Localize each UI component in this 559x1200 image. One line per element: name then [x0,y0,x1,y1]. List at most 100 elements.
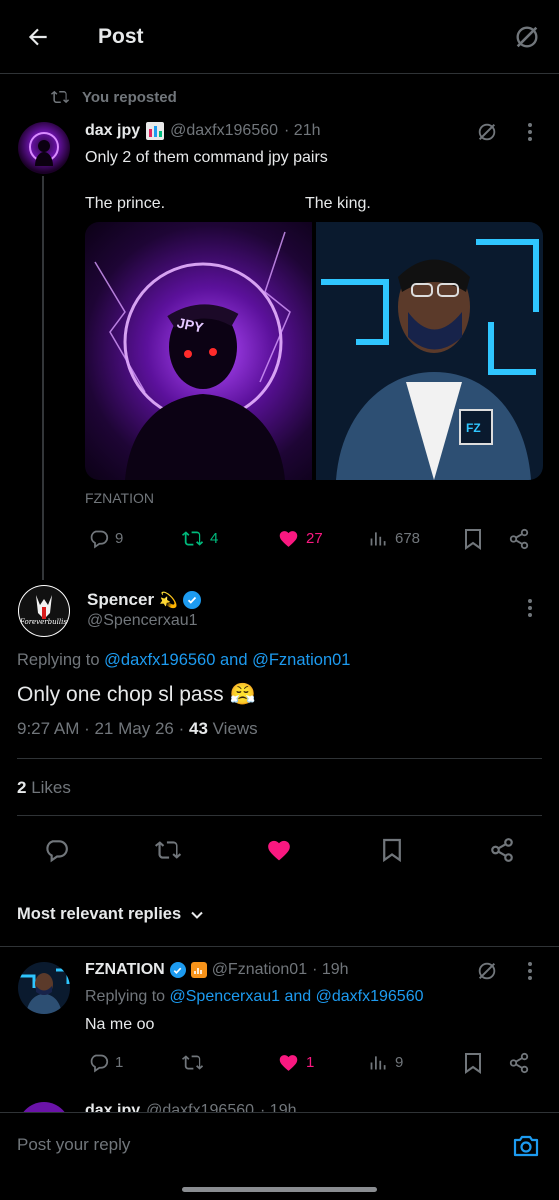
replying-handles[interactable]: @Spencerxau1 and @daxfx196560 [170,988,424,1005]
thread-line [42,176,44,580]
like-action[interactable]: 1 [277,1052,314,1073]
repost-count: 4 [210,530,219,547]
caption-right: The king. [305,195,371,212]
camera-button[interactable] [510,1131,542,1161]
post-time: · 21h [284,122,321,139]
author-name: dax jpy [85,1102,141,1112]
repost-button[interactable] [152,834,184,866]
repost-action[interactable] [181,1052,204,1073]
share-icon [509,528,529,550]
reply-button[interactable] [40,834,72,866]
repost-icon [155,841,182,859]
views-count: 9 [395,1054,404,1071]
partial-reply[interactable]: dax jpy @daxfx196560 · 19h [0,1100,559,1112]
reply-placeholder: Post your reply [17,1135,131,1154]
home-indicator [182,1187,377,1192]
heart-filled-icon [279,531,298,547]
post-time: · 19h [260,1102,297,1112]
page-title: Post [98,25,144,48]
reply-input[interactable]: Post your reply [17,1135,487,1161]
likes-summary[interactable]: 2 Likes [17,778,71,798]
repost-icon [182,1055,204,1070]
heart-filled-icon [279,1055,298,1071]
image-king[interactable]: FZ [316,222,543,480]
views-label: Views [212,719,258,738]
post-meta: 9:27 AM · 21 May 26 · 43 Views [17,719,258,739]
like-count: 1 [306,1054,315,1071]
avatar[interactable] [18,122,70,174]
author-handle[interactable]: @Fznation01 [212,961,307,979]
grok-icon [478,962,496,980]
caption-left: The prince. [85,195,166,212]
like-button[interactable] [263,834,295,866]
image-prince[interactable]: JPY [85,222,312,480]
post-time: · 19h [312,961,349,978]
more-vertical-icon [528,599,532,617]
fznation-avatar-icon [20,968,70,1014]
avatar [18,1102,70,1112]
more-vertical-icon [528,123,532,141]
likes-label: Likes [31,778,71,797]
repost-context: You reposted [50,88,177,106]
share-button[interactable] [486,834,518,866]
views-number: 43 [188,719,208,738]
repost-author-line: dax jpy @daxfx196560 · 21h [85,122,320,140]
more-options-button[interactable] [518,118,542,146]
replying-prefix: Replying to [17,651,100,669]
bull-logo-icon [19,586,69,636]
share-button[interactable] [506,526,532,552]
author-emoji: 💫 [159,592,178,609]
author-name[interactable]: Spencer [87,590,154,610]
grok-icon [478,123,496,141]
author-handle[interactable]: @daxfx196560 [170,122,278,140]
reply-icon [90,530,109,549]
bookmark-icon [383,838,401,863]
views-count: 678 [395,530,421,547]
reply-icon [90,1054,109,1073]
likes-number: 2 [17,778,27,797]
replying-handles[interactable]: @daxfx196560 and @Fznation01 [104,651,350,669]
post-timestamp: 9:27 AM · 21 May 26 · [17,719,185,738]
bookmark-button[interactable] [461,526,485,552]
reply-count: 9 [115,530,124,547]
share-icon [509,1052,529,1074]
grok-explain-button[interactable] [472,118,502,146]
post-text: Only 2 of them command jpy pairs [85,149,328,166]
camera-icon [513,1135,539,1157]
back-arrow-icon [28,28,47,46]
more-options-button[interactable] [518,594,542,622]
avatar-art-icon [29,132,59,166]
bookmark-button[interactable] [376,834,408,866]
replies-sort-label: Most relevant replies [17,905,182,923]
reply-author-line: FZNATION @Fznation01 · 19h [85,961,349,979]
bookmark-button[interactable] [461,1050,485,1076]
replies-sort-dropdown[interactable]: Most relevant replies [17,905,205,924]
reply-action[interactable]: 9 [88,528,123,549]
bookmark-icon [465,529,481,550]
grok-explain-button[interactable] [472,957,502,985]
media-source: FZNATION [85,490,154,506]
like-action[interactable]: 27 [277,528,323,549]
main-post-text: Only one chop sl pass 😤 [17,683,256,706]
views-action[interactable]: 678 [368,528,420,549]
replying-to: Replying to @daxfx196560 and @Fznation01 [17,651,351,670]
author-name[interactable]: FZNATION [85,961,165,979]
author-handle[interactable]: @Spencerxau1 [87,612,198,630]
back-button[interactable] [18,20,58,54]
author-name[interactable]: dax jpy [85,122,140,140]
fz-badge-label: FZ [466,421,481,435]
reply-action[interactable]: 1 [88,1052,123,1073]
repost-icon [51,90,70,104]
avatar[interactable] [18,962,70,1014]
reply-composer: Post your reply [0,1112,559,1200]
grok-button[interactable] [508,20,546,54]
more-options-button[interactable] [518,957,542,985]
media-grid: JPY FZ [85,222,543,480]
views-action[interactable]: 9 [368,1052,403,1073]
reply-count: 1 [115,1054,124,1071]
repost-label: You reposted [82,88,177,106]
share-button[interactable] [506,1050,532,1076]
repost-action[interactable]: 4 [181,528,218,549]
avatar[interactable]: Foreverbullish [18,585,70,637]
chevron-down-icon [191,911,203,919]
